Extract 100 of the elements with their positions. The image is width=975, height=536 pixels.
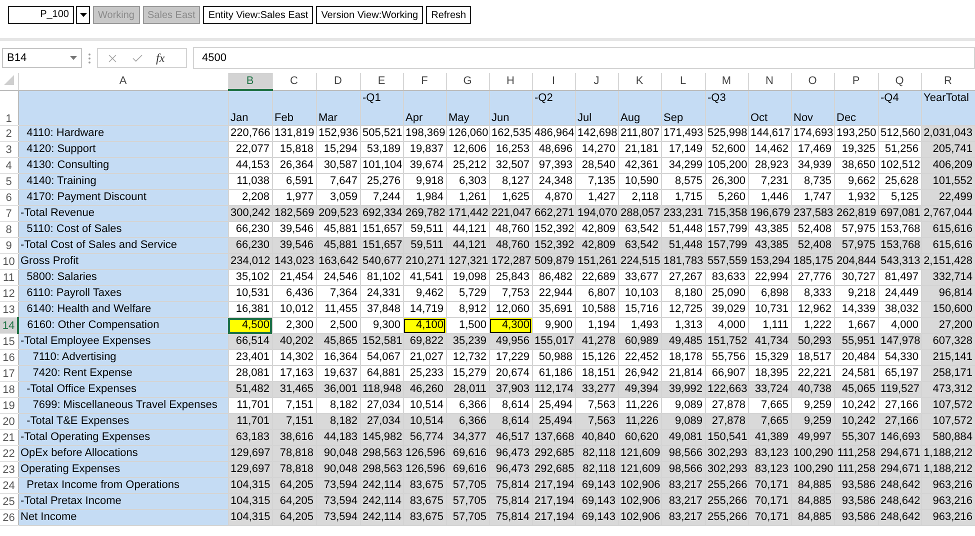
table-cell[interactable]: 21,454 bbox=[272, 270, 316, 286]
table-cell[interactable]: 4,100 bbox=[403, 318, 446, 334]
table-cell[interactable]: 102,906 bbox=[618, 494, 661, 510]
table-cell[interactable]: 90,048 bbox=[316, 446, 360, 462]
table-cell[interactable]: 17,469 bbox=[791, 142, 834, 158]
table-cell[interactable]: 122,663 bbox=[705, 382, 748, 398]
table-cell[interactable]: 69,822 bbox=[403, 334, 446, 350]
table-cell[interactable]: 2,118 bbox=[618, 190, 661, 206]
table-cell[interactable]: 41,734 bbox=[748, 334, 791, 350]
name-box[interactable]: B14 bbox=[2, 48, 82, 68]
table-cell[interactable]: 8,182 bbox=[316, 398, 360, 414]
table-cell[interactable]: 255,266 bbox=[705, 494, 748, 510]
table-cell[interactable]: 7,244 bbox=[360, 190, 403, 206]
table-cell[interactable]: 8,180 bbox=[661, 286, 705, 302]
table-cell[interactable]: 152,581 bbox=[360, 334, 403, 350]
table-cell[interactable]: 292,685 bbox=[532, 446, 575, 462]
table-cell[interactable]: 5,260 bbox=[705, 190, 748, 206]
table-cell[interactable]: 69,143 bbox=[575, 478, 618, 494]
table-cell[interactable]: 152,392 bbox=[532, 222, 575, 238]
table-cell[interactable]: 83,675 bbox=[403, 510, 446, 526]
table-cell[interactable]: 83,633 bbox=[705, 270, 748, 286]
table-cell[interactable]: 152,936 bbox=[316, 126, 360, 142]
table-cell[interactable]: 57,705 bbox=[446, 494, 489, 510]
table-cell[interactable]: 292,685 bbox=[532, 462, 575, 478]
table-cell[interactable]: 57,705 bbox=[446, 478, 489, 494]
table-cell[interactable]: 1,747 bbox=[791, 190, 834, 206]
table-cell[interactable]: 234,012 bbox=[228, 254, 272, 270]
table-cell[interactable]: 131,819 bbox=[272, 126, 316, 142]
table-cell[interactable]: 505,521 bbox=[360, 126, 403, 142]
table-cell[interactable]: 5,729 bbox=[446, 286, 489, 302]
table-cell[interactable]: 33,277 bbox=[575, 382, 618, 398]
table-cell[interactable]: 69,143 bbox=[575, 494, 618, 510]
table-cell[interactable]: 580,884 bbox=[921, 430, 975, 446]
table-cell[interactable]: 11,038 bbox=[228, 174, 272, 190]
table-cell[interactable]: 104,315 bbox=[228, 478, 272, 494]
table-cell[interactable]: 100,290 bbox=[791, 446, 834, 462]
table-cell[interactable]: 10,514 bbox=[403, 398, 446, 414]
table-cell[interactable]: 63,542 bbox=[618, 238, 661, 254]
table-cell[interactable]: 17,163 bbox=[272, 366, 316, 382]
table-cell[interactable]: 157,799 bbox=[705, 238, 748, 254]
table-cell[interactable]: 155,017 bbox=[532, 334, 575, 350]
table-cell[interactable]: 6,366 bbox=[446, 398, 489, 414]
table-cell[interactable]: 64,205 bbox=[272, 510, 316, 526]
table-cell[interactable]: 12,962 bbox=[791, 302, 834, 318]
table-cell[interactable]: 543,313 bbox=[878, 254, 921, 270]
table-cell[interactable]: 57,705 bbox=[446, 510, 489, 526]
table-cell[interactable]: 65,197 bbox=[878, 366, 921, 382]
table-cell[interactable]: 17,149 bbox=[661, 142, 705, 158]
table-cell[interactable]: 23,401 bbox=[228, 350, 272, 366]
table-cell[interactable]: 147,978 bbox=[878, 334, 921, 350]
table-cell[interactable]: 198,369 bbox=[403, 126, 446, 142]
table-cell[interactable]: 93,586 bbox=[834, 510, 878, 526]
table-cell[interactable]: 16,381 bbox=[228, 302, 272, 318]
table-cell[interactable]: 102,906 bbox=[618, 478, 661, 494]
table-cell[interactable]: 46,260 bbox=[403, 382, 446, 398]
table-cell[interactable]: 7,364 bbox=[316, 286, 360, 302]
table-cell[interactable]: 615,616 bbox=[921, 222, 975, 238]
table-cell[interactable]: 51,256 bbox=[878, 142, 921, 158]
table-cell[interactable]: 11,226 bbox=[618, 398, 661, 414]
table-cell[interactable]: 81,102 bbox=[360, 270, 403, 286]
table-cell[interactable]: 963,216 bbox=[921, 494, 975, 510]
table-cell[interactable]: 25,494 bbox=[532, 398, 575, 414]
table-cell[interactable]: 32,507 bbox=[489, 158, 532, 174]
table-cell[interactable]: 9,662 bbox=[834, 174, 878, 190]
table-cell[interactable]: 73,594 bbox=[316, 510, 360, 526]
table-cell[interactable]: 41,541 bbox=[403, 270, 446, 286]
table-cell[interactable]: 43,385 bbox=[748, 222, 791, 238]
table-cell[interactable]: 2,300 bbox=[272, 318, 316, 334]
table-cell[interactable]: 107,572 bbox=[921, 414, 975, 430]
table-cell[interactable]: 37,848 bbox=[360, 302, 403, 318]
table-cell[interactable]: 84,885 bbox=[791, 478, 834, 494]
table-cell[interactable]: 12,606 bbox=[446, 142, 489, 158]
table-cell[interactable]: 126,596 bbox=[403, 446, 446, 462]
table-cell[interactable]: 10,731 bbox=[748, 302, 791, 318]
table-cell[interactable]: 49,956 bbox=[489, 334, 532, 350]
table-cell[interactable]: 269,782 bbox=[403, 206, 446, 222]
table-cell[interactable]: 45,881 bbox=[316, 222, 360, 238]
table-cell[interactable]: 14,302 bbox=[272, 350, 316, 366]
table-cell[interactable]: 10,590 bbox=[618, 174, 661, 190]
table-cell[interactable]: 14,719 bbox=[403, 302, 446, 318]
column-header[interactable]: J bbox=[575, 73, 618, 90]
table-cell[interactable]: 1,932 bbox=[834, 190, 878, 206]
table-cell[interactable]: 14,270 bbox=[575, 142, 618, 158]
table-cell[interactable]: 34,299 bbox=[661, 158, 705, 174]
table-cell[interactable]: 162,535 bbox=[489, 126, 532, 142]
table-cell[interactable]: 51,448 bbox=[661, 222, 705, 238]
table-cell[interactable]: 75,814 bbox=[489, 494, 532, 510]
table-cell[interactable]: 22,944 bbox=[532, 286, 575, 302]
table-cell[interactable]: 150,541 bbox=[705, 430, 748, 446]
table-cell[interactable]: 104,315 bbox=[228, 494, 272, 510]
table-cell[interactable]: 34,939 bbox=[791, 158, 834, 174]
table-cell[interactable]: 11,701 bbox=[228, 414, 272, 430]
table-cell[interactable]: 255,266 bbox=[705, 478, 748, 494]
table-cell[interactable]: 126,596 bbox=[403, 462, 446, 478]
table-cell[interactable]: 66,907 bbox=[705, 366, 748, 382]
table-cell[interactable]: 152,392 bbox=[532, 238, 575, 254]
table-cell[interactable]: 55,307 bbox=[834, 430, 878, 446]
table-cell[interactable]: 22,452 bbox=[618, 350, 661, 366]
table-cell[interactable]: 10,588 bbox=[575, 302, 618, 318]
table-cell[interactable]: 11,226 bbox=[618, 414, 661, 430]
